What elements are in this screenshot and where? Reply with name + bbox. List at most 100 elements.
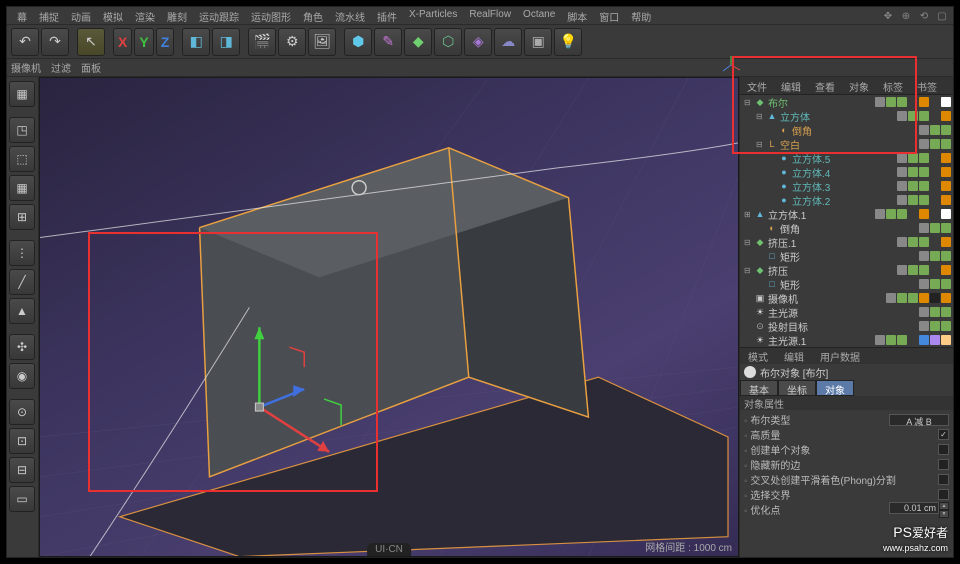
tag-area[interactable]	[897, 195, 951, 205]
tag-icon[interactable]	[941, 125, 951, 135]
expand-icon[interactable]: ⊞	[744, 210, 754, 219]
object-manager-tabs[interactable]: 文件编辑查看对象标签书签	[740, 77, 953, 95]
tag-icon[interactable]	[919, 251, 929, 261]
main-menubar[interactable]: 幕捕捉动画模拟渲染雕刻运动跟踪运动图形角色流水线插件X-ParticlesRea…	[7, 7, 953, 25]
tag-icon[interactable]	[941, 237, 951, 247]
attr-subtab-对象[interactable]: 对象	[816, 380, 854, 396]
make-editable[interactable]: ▦	[9, 81, 35, 107]
tag-icon[interactable]	[886, 335, 896, 345]
tag-icon[interactable]	[930, 237, 940, 247]
tag-area[interactable]	[897, 237, 951, 247]
object-label[interactable]: 矩形	[780, 249, 919, 264]
tag-icon[interactable]	[897, 97, 907, 107]
tag-icon[interactable]	[930, 195, 940, 205]
menu-X-Particles[interactable]: X-Particles	[403, 7, 463, 24]
tag-icon[interactable]	[941, 223, 951, 233]
tag-icon[interactable]	[930, 223, 940, 233]
tag-area[interactable]	[875, 335, 951, 345]
attr-dropdown[interactable]: A 减 B	[889, 414, 949, 426]
tag-icon[interactable]	[930, 335, 940, 345]
tag-icon[interactable]	[919, 307, 929, 317]
tag-icon[interactable]	[919, 237, 929, 247]
tag-icon[interactable]	[930, 293, 940, 303]
tree-item[interactable]: ⊟▲立方体	[740, 109, 953, 123]
tag-icon[interactable]	[919, 265, 929, 275]
render-button[interactable]: 🎬	[248, 28, 276, 56]
attr-checkbox[interactable]	[938, 444, 949, 455]
tree-item[interactable]: ●立方体.4	[740, 165, 953, 179]
object-label[interactable]: 主光源.1	[768, 333, 875, 348]
tree-item[interactable]: ⊟◆挤压.1	[740, 235, 953, 249]
tag-area[interactable]	[919, 251, 951, 261]
object-label[interactable]: 主光源	[768, 305, 919, 320]
tag-icon[interactable]	[886, 293, 896, 303]
redo-button[interactable]: ↷	[41, 28, 69, 56]
tag-icon[interactable]	[930, 279, 940, 289]
tag-icon[interactable]	[897, 181, 907, 191]
tree-item[interactable]: ●立方体.2	[740, 193, 953, 207]
tag-icon[interactable]	[930, 167, 940, 177]
expand-icon[interactable]: ⊟	[744, 238, 754, 247]
point-mode[interactable]: ⋮	[9, 240, 35, 266]
tag-icon[interactable]	[941, 181, 951, 191]
tree-item[interactable]: ☀主光源	[740, 305, 953, 319]
menu-动画[interactable]: 动画	[65, 7, 97, 24]
tag-icon[interactable]	[919, 321, 929, 331]
object-label[interactable]: 立方体	[780, 109, 897, 124]
object-label[interactable]: 布尔	[768, 95, 875, 110]
tag-icon[interactable]	[941, 335, 951, 345]
tag-icon[interactable]	[886, 97, 896, 107]
menu-插件[interactable]: 插件	[371, 7, 403, 24]
x-axis-button[interactable]: X	[113, 28, 132, 56]
tag-icon[interactable]	[930, 321, 940, 331]
enable-axis[interactable]: ✣	[9, 334, 35, 360]
tag-icon[interactable]	[941, 167, 951, 177]
texture-mode[interactable]: ▦	[9, 175, 35, 201]
tag-icon[interactable]	[897, 265, 907, 275]
tag-icon[interactable]	[897, 293, 907, 303]
menu-RealFlow[interactable]: RealFlow	[463, 7, 517, 24]
attribute-manager-tabs[interactable]: 模式编辑用户数据	[740, 348, 953, 364]
tag-icon[interactable]	[897, 335, 907, 345]
expand-icon[interactable]: ⊟	[756, 112, 766, 121]
tag-area[interactable]	[919, 223, 951, 233]
tag-icon[interactable]	[930, 97, 940, 107]
tag-icon[interactable]	[908, 195, 918, 205]
tag-area[interactable]	[875, 97, 951, 107]
tag-icon[interactable]	[930, 181, 940, 191]
tag-area[interactable]	[897, 153, 951, 163]
primitive-2[interactable]: ◨	[212, 28, 240, 56]
tag-icon[interactable]	[941, 279, 951, 289]
tree-item[interactable]: ⊟L空白	[740, 137, 953, 151]
menu-渲染[interactable]: 渲染	[129, 7, 161, 24]
tag-icon[interactable]	[908, 97, 918, 107]
attr-tab-用户数据[interactable]: 用户数据	[812, 348, 868, 364]
tag-icon[interactable]	[941, 293, 951, 303]
viewport-menubar[interactable]: 摄像机过滤面板 ✥ ⊕ ⟲ ▢	[7, 59, 953, 77]
generator[interactable]: ⬡	[434, 28, 462, 56]
deformer[interactable]: ◈	[464, 28, 492, 56]
picture-viewer[interactable]: 🖼	[308, 28, 336, 56]
camera-tool[interactable]: ▣	[524, 28, 552, 56]
tag-icon[interactable]	[930, 139, 940, 149]
tree-item[interactable]: ⊟◆挤压	[740, 263, 953, 277]
tag-icon[interactable]	[897, 237, 907, 247]
obj-tab-编辑[interactable]: 编辑	[774, 77, 808, 94]
menu-雕刻[interactable]: 雕刻	[161, 7, 193, 24]
object-label[interactable]: 倒角	[792, 123, 919, 138]
tag-icon[interactable]	[897, 195, 907, 205]
tag-icon[interactable]	[919, 293, 929, 303]
object-label[interactable]: 矩形	[780, 277, 919, 292]
tag-icon[interactable]	[897, 111, 907, 121]
attr-tab-编辑[interactable]: 编辑	[776, 348, 812, 364]
render-settings[interactable]: ⚙	[278, 28, 306, 56]
perspective-viewport[interactable]: 网格间距 : 1000 cm UI·CN	[39, 77, 739, 557]
tag-icon[interactable]	[941, 307, 951, 317]
tag-icon[interactable]	[886, 209, 896, 219]
workplane-snap[interactable]: ⊡	[9, 428, 35, 454]
workplane-mode[interactable]: ⊞	[9, 204, 35, 230]
tag-icon[interactable]	[919, 279, 929, 289]
enable-snap[interactable]: ⊙	[9, 399, 35, 425]
tree-item[interactable]: ⊙投射目标	[740, 319, 953, 333]
tag-area[interactable]	[919, 321, 951, 331]
